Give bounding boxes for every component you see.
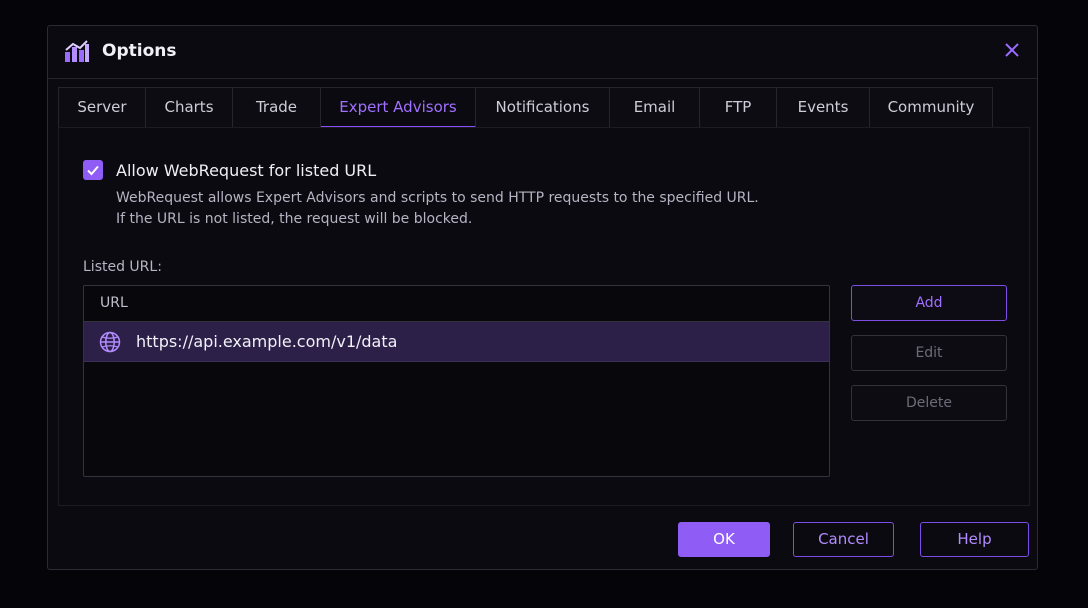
cancel-button[interactable]: Cancel xyxy=(793,522,894,557)
url-column-header: URL xyxy=(84,286,829,322)
webrequest-description-line2: If the URL is not listed, the request wi… xyxy=(116,211,473,227)
tab-notifications[interactable]: Notifications xyxy=(476,87,610,128)
url-list[interactable]: URL https://api.example.com/v1/data xyxy=(83,285,830,477)
tab-email[interactable]: Email xyxy=(610,87,700,128)
url-text: https://api.example.com/v1/data xyxy=(136,332,398,351)
chart-app-icon xyxy=(65,40,89,62)
tab-bar: Server Charts Trade Expert Advisors Noti… xyxy=(58,87,993,128)
tab-ftp[interactable]: FTP xyxy=(700,87,777,128)
expert-advisors-panel: Allow WebRequest for listed URL WebReque… xyxy=(58,127,1030,506)
add-button[interactable]: Add xyxy=(851,285,1007,321)
delete-button[interactable]: Delete xyxy=(851,385,1007,421)
allow-webrequest-label[interactable]: Allow WebRequest for listed URL xyxy=(116,161,376,180)
checkmark-icon xyxy=(87,165,99,176)
tab-expert-advisors[interactable]: Expert Advisors xyxy=(321,87,476,128)
allow-webrequest-checkbox[interactable] xyxy=(83,160,103,180)
ok-button[interactable]: OK xyxy=(678,522,770,557)
options-dialog: Options Server Charts Trade Expert Advis… xyxy=(47,25,1038,570)
tab-server[interactable]: Server xyxy=(58,87,146,128)
help-button[interactable]: Help xyxy=(920,522,1029,557)
tab-trade[interactable]: Trade xyxy=(233,87,321,128)
url-list-item[interactable]: https://api.example.com/v1/data xyxy=(84,322,829,362)
close-icon[interactable] xyxy=(1003,41,1021,59)
dialog-title: Options xyxy=(102,41,177,61)
listed-url-label: Listed URL: xyxy=(83,259,162,275)
webrequest-description-line1: WebRequest allows Expert Advisors and sc… xyxy=(116,190,759,206)
tab-charts[interactable]: Charts xyxy=(146,87,233,128)
edit-button[interactable]: Edit xyxy=(851,335,1007,371)
title-bar: Options xyxy=(48,26,1037,79)
globe-icon xyxy=(99,331,121,353)
tab-events[interactable]: Events xyxy=(777,87,870,128)
tab-community[interactable]: Community xyxy=(870,87,993,128)
